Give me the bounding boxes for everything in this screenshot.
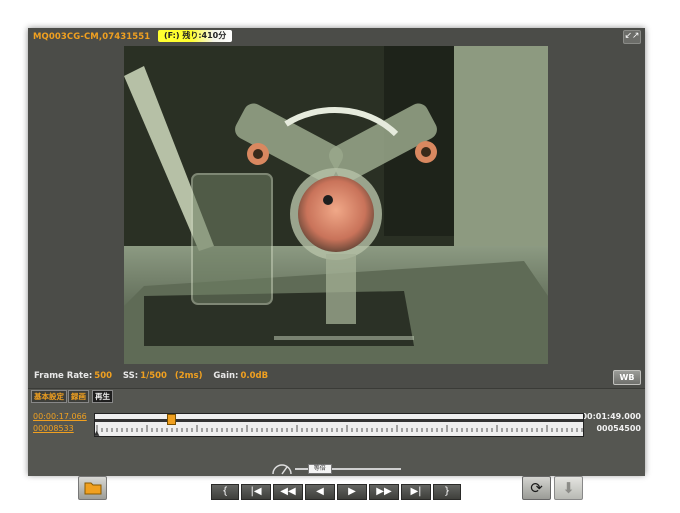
playhead-handle[interactable] xyxy=(167,414,177,425)
loop-button[interactable]: ⟳ xyxy=(522,476,551,500)
mark-out-button[interactable]: } xyxy=(433,484,461,500)
playback-panel: 基本設定 録画 再生 00:00:17.066 00008533 00:01:4… xyxy=(28,388,645,500)
skip-to-end-button[interactable]: ▶| xyxy=(401,484,431,500)
download-icon: ⬇ xyxy=(562,479,575,497)
play-button[interactable]: ▶ xyxy=(337,484,367,500)
camera-id: MQ003CG-CM,07431551 xyxy=(33,32,151,42)
total-time: 00:01:49.000 xyxy=(581,412,641,421)
speed-slider-thumb[interactable]: 等倍 xyxy=(307,464,332,474)
remaining-capacity-indicator: (F:) 残り:410分 xyxy=(158,30,232,42)
frame-rate-label: Frame Rate: xyxy=(34,371,93,381)
folder-icon xyxy=(84,482,101,495)
tab-basic-settings[interactable]: 基本設定 xyxy=(31,390,67,403)
live-video-view xyxy=(124,46,548,364)
shutter-speed-label: SS: xyxy=(122,371,139,381)
current-time[interactable]: 00:00:17.066 xyxy=(33,412,87,421)
tab-record[interactable]: 録画 xyxy=(68,390,89,403)
gain-value: 0.0dB xyxy=(240,371,269,381)
mark-in-button[interactable]: { xyxy=(211,484,239,500)
capture-settings-bar: Frame Rate: 500 SS: 1/500 (2ms) Gain: 0.0dB xyxy=(28,368,645,385)
step-back-button[interactable]: ◀ xyxy=(305,484,335,500)
gain-label: Gain: xyxy=(213,371,239,381)
shutter-speed-ms: (2ms) xyxy=(174,371,203,381)
white-balance-button[interactable]: WB xyxy=(613,370,641,385)
video-frame-image xyxy=(124,46,548,364)
open-folder-button[interactable] xyxy=(78,476,107,500)
save-download-button[interactable]: ⬇ xyxy=(554,476,583,500)
in-point-marker: ▲ xyxy=(94,429,100,437)
skip-to-start-button[interactable]: |◀ xyxy=(241,484,271,500)
current-frame[interactable]: 00008533 xyxy=(33,424,74,433)
rewind-button[interactable]: ◀◀ xyxy=(273,484,303,500)
frame-rate-value: 500 xyxy=(94,371,113,381)
fast-forward-button[interactable]: ▶▶ xyxy=(369,484,399,500)
timeline-slider[interactable]: ▲ xyxy=(94,413,584,437)
collapse-icon[interactable]: ↙↗ xyxy=(623,30,641,44)
loop-icon: ⟳ xyxy=(530,479,543,497)
shutter-speed-value: 1/500 xyxy=(140,371,167,381)
total-frames: 00054500 xyxy=(596,424,641,433)
tab-playback[interactable]: 再生 xyxy=(92,390,113,403)
camera-viewer-window: MQ003CG-CM,07431551 (F:) 残り:410分 ↙↗ Fram… xyxy=(28,28,645,500)
speed-gauge-icon xyxy=(272,464,292,475)
